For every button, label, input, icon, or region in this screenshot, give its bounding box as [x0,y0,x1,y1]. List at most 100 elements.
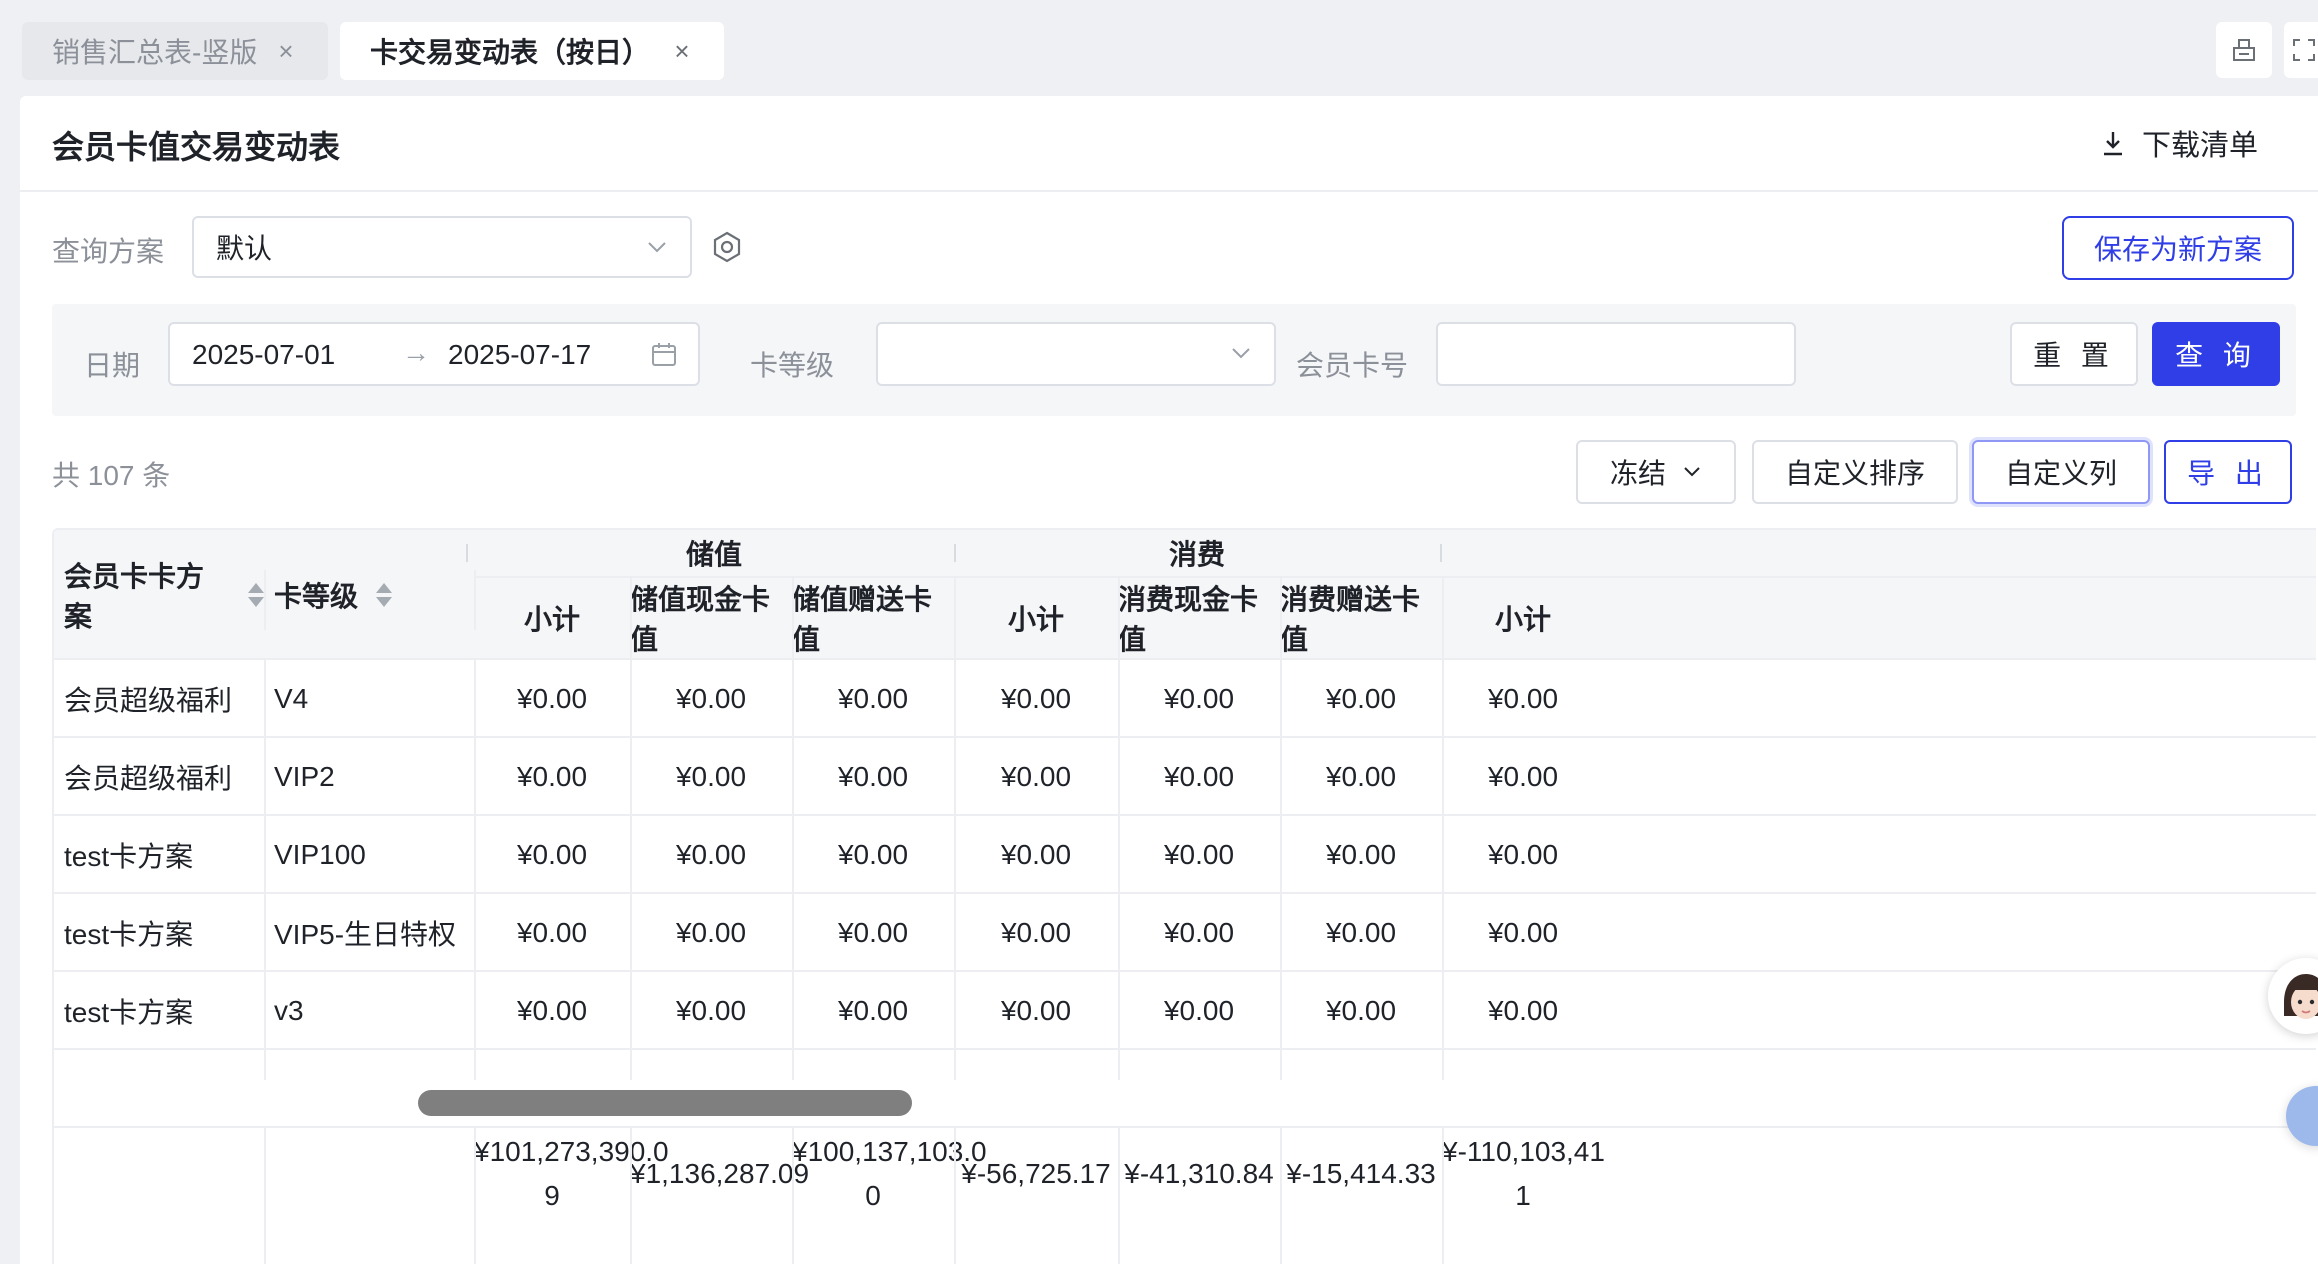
cell-amount: ¥0.00 [516,761,588,792]
cell-amount: ¥0.00 [675,683,747,714]
export-button[interactable]: 导 出 [2164,440,2292,504]
scheme-select[interactable]: 默认 [192,216,692,278]
cell-card-level: VIP2 [274,761,335,792]
cell-amount: ¥0.00 [1000,917,1072,948]
total-line: ¥1,136,287.09 [630,1158,810,1189]
divider [54,1126,2316,1128]
cell-card-scheme: 会员超级福利 [64,685,233,716]
cell-amount: ¥0.00 [675,917,747,948]
settings-icon[interactable] [710,230,744,264]
header-label: 卡等级 [274,581,359,612]
scheme-value: 默认 [216,233,273,264]
total-line: 9 [544,1180,560,1211]
cell-amount: ¥0.00 [1000,995,1072,1026]
card-level-select[interactable] [876,322,1276,386]
divider [630,1128,632,1264]
cell-amount: ¥0.00 [1163,995,1235,1026]
scheme-label: 查询方案 [52,236,165,267]
cell-amount: ¥0.00 [837,839,909,870]
close-icon[interactable]: × [670,36,694,67]
divider [474,660,476,1080]
cell-amount: ¥0.00 [1487,761,1559,792]
query-button[interactable]: 查 询 [2152,322,2280,386]
save-new-scheme-button[interactable]: 保存为新方案 [2062,216,2294,280]
cell-amount: ¥0.00 [1487,995,1559,1026]
freeze-label: 冻结 [1609,458,1666,489]
cell-card-scheme: test卡方案 [64,997,194,1028]
close-icon[interactable]: × [274,36,298,67]
cell-amount: ¥0.00 [675,839,747,870]
cell-card-scheme: test卡方案 [64,841,194,872]
calendar-icon [652,343,676,366]
cell-amount: ¥0.00 [1000,839,1072,870]
sort-icon[interactable] [248,583,264,607]
filter-panel: 日期 2025-07-01 → 2025-07-17 卡等级 会员卡号 重 置 … [52,304,2296,416]
cell-amount: ¥0.00 [1487,683,1559,714]
date-end: 2025-07-17 [448,339,592,370]
total-cell: ¥1,136,287.09 [630,1152,810,1196]
total-line: ¥-56,725.17 [961,1158,1111,1189]
cell-amount: ¥0.00 [1000,683,1072,714]
subheader-next-subtotal: 小计 [1442,576,1604,660]
total-cell: ¥-15,414.33 [1280,1152,1442,1196]
column-header-card-scheme[interactable]: 会员卡卡方案 [54,530,264,660]
date-range-picker[interactable]: 2025-07-01 → 2025-07-17 [168,322,700,386]
fullscreen-icon[interactable] [2284,22,2318,78]
divider [1280,1128,1282,1264]
cell-amount: ¥0.00 [1325,761,1397,792]
divider [954,1128,956,1264]
total-line: 0 [865,1180,881,1211]
page-title: 会员卡值交易变动表 [52,129,341,165]
divider [1442,1128,1444,1264]
divider [54,1048,2316,1050]
custom-sort-button[interactable]: 自定义排序 [1752,440,1958,504]
tab-label: 卡交易变动表（按日） [370,37,651,68]
total-cell: ¥-41,310.84 [1118,1152,1280,1196]
total-line: ¥-110,103,41 [1442,1136,1604,1167]
data-table: 会员卡卡方案 卡等级 储值 消费 小计 储值现金卡值 储值赠送卡值 小计 消费现… [52,528,2316,1264]
freeze-dropdown-button[interactable]: 冻结 [1576,440,1736,504]
total-line: ¥-41,310.84 [1124,1158,1274,1189]
cell-amount: ¥0.00 [837,761,909,792]
total-line: ¥100,137,103.0 [792,1136,987,1167]
download-label: 下载清单 [2141,130,2258,162]
cell-amount: ¥0.00 [1325,995,1397,1026]
tab-sales-summary[interactable]: 销售汇总表-竖版 × [22,22,328,80]
divider [630,576,632,1080]
group-header-recharge: 储值 [474,530,954,576]
reset-button[interactable]: 重 置 [2010,322,2138,386]
column-header-card-level[interactable]: 卡等级 [264,530,474,660]
tab-card-transaction-daily[interactable]: 卡交易变动表（按日） × [340,22,724,80]
cell-amount: ¥0.00 [1163,683,1235,714]
divider [1280,576,1282,1080]
sort-icon[interactable] [376,583,393,607]
total-line: 1 [1515,1180,1531,1211]
cell-amount: ¥0.00 [1163,761,1235,792]
group-header-consume: 消费 [954,530,1440,576]
download-list-button[interactable]: 下载清单 [2100,122,2258,164]
cell-amount: ¥0.00 [1487,917,1559,948]
card-header: 会员卡值交易变动表 下载清单 [20,96,2318,192]
cell-amount: ¥0.00 [837,917,909,948]
cell-card-scheme: test卡方案 [64,919,194,950]
cell-amount: ¥0.00 [1325,917,1397,948]
total-line: ¥-15,414.33 [1286,1158,1436,1189]
total-line: ¥101,273,390.0 [474,1136,669,1167]
cell-amount: ¥0.00 [516,683,588,714]
cell-card-level: V4 [274,683,309,714]
print-icon[interactable] [2216,22,2272,78]
horizontal-scrollbar[interactable] [418,1090,912,1116]
tab-bar: 销售汇总表-竖版 × 卡交易变动表（按日） × [0,0,2318,96]
subheader-consume-subtotal: 小计 [954,576,1118,660]
cell-amount: ¥0.00 [675,995,747,1026]
subheader-recharge-cash: 储值现金卡值 [630,576,792,660]
date-arrow: → [402,337,430,368]
card-number-input[interactable] [1436,322,1796,386]
divider [1118,1128,1120,1264]
divider [792,576,794,1080]
custom-columns-button[interactable]: 自定义列 [1972,440,2150,504]
divider [1442,576,1444,1080]
divider [954,576,956,1080]
subheader-consume-bonus: 消费赠送卡值 [1280,576,1442,660]
cell-amount: ¥0.00 [1163,917,1235,948]
